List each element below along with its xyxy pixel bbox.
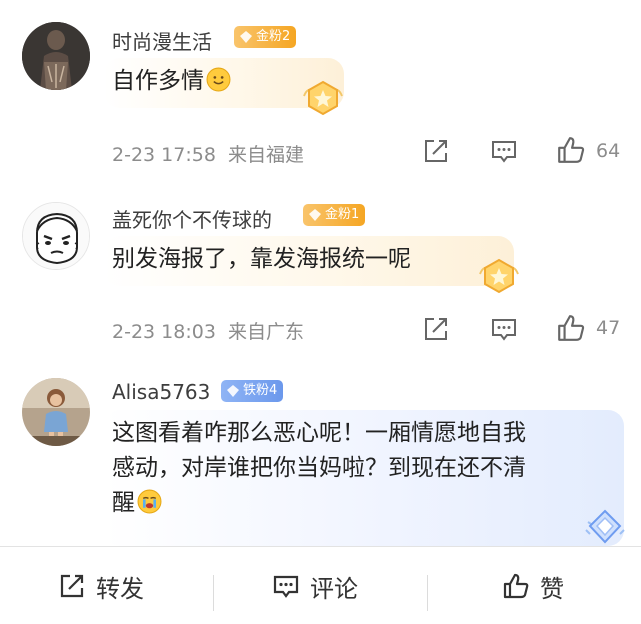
like-icon[interactable] <box>556 135 586 165</box>
comment-text: 这图看着咋那么恶心呢！一厢情愿地自我 感动，对岸谁把你当妈啦？到现在还不清 醒 <box>112 420 526 516</box>
like-count: 47 <box>596 317 621 339</box>
like-button[interactable]: 赞 <box>502 547 564 624</box>
divider <box>213 575 214 611</box>
fan-badge[interactable]: 金粉2 <box>234 26 297 48</box>
comment-meta: 2-23 17:58 来自福建 <box>112 140 304 167</box>
comment-text: 自作多情 <box>112 64 231 99</box>
comment-text: 别发海报了，靠发海报统一呢 <box>112 246 411 272</box>
bottom-action-bar: 转发 评论 赞 <box>0 546 641 624</box>
smile-emoji-icon <box>206 67 231 92</box>
comment-icon <box>273 575 299 598</box>
reply-icon[interactable] <box>490 137 518 165</box>
divider <box>427 575 428 611</box>
avatar-fashion-user[interactable] <box>22 22 90 90</box>
like-icon[interactable] <box>556 313 586 343</box>
comment-3: Alisa5763 铁粉4 这图看着咋那么恶心呢！一厢情愿地自我 感动，对岸谁把… <box>0 358 641 546</box>
location: 来自福建 <box>228 144 305 166</box>
username[interactable]: Alisa5763 <box>112 380 210 404</box>
timestamp: 2-23 18:03 <box>112 321 216 343</box>
comment-button[interactable]: 评论 <box>272 547 358 624</box>
badge-label: 铁粉4 <box>243 383 278 398</box>
share-icon[interactable] <box>422 137 450 165</box>
avatar-child-user[interactable] <box>22 378 90 446</box>
fan-badge[interactable]: 铁粉4 <box>221 380 284 402</box>
gold-gem-icon <box>240 31 252 43</box>
comment-label: 评论 <box>310 574 358 603</box>
comment-2: 盖死你个不传球的 金粉1 别发海报了，靠发海报统一呢 2-23 18:03 来自… <box>0 180 641 358</box>
comment-1: 时尚漫生活 金粉2 自作多情 2-23 17:58 来自福建 64 <box>0 0 641 180</box>
username[interactable]: 盖死你个不传球的 <box>112 204 272 233</box>
repost-icon <box>60 574 84 598</box>
gold-gem-icon <box>309 209 321 221</box>
fan-badge[interactable]: 金粉1 <box>303 204 366 226</box>
crying-emoji-icon <box>137 489 162 514</box>
repost-label: 转发 <box>96 574 144 603</box>
badge-label: 金粉1 <box>325 207 360 222</box>
like-count: 64 <box>596 140 621 162</box>
gold-medal-icon <box>303 80 343 116</box>
avatar-cartoon-user[interactable] <box>22 202 90 270</box>
thumbs-up-icon <box>503 573 529 599</box>
timestamp: 2-23 17:58 <box>112 144 216 166</box>
repost-button[interactable]: 转发 <box>58 547 144 624</box>
like-label: 赞 <box>540 574 564 603</box>
badge-label: 金粉2 <box>256 29 291 44</box>
location: 来自广东 <box>228 321 305 343</box>
diamond-gem-icon <box>227 385 239 397</box>
gold-medal-icon <box>479 258 519 294</box>
reply-icon[interactable] <box>490 315 518 343</box>
share-icon[interactable] <box>422 315 450 343</box>
username[interactable]: 时尚漫生活 <box>112 26 212 55</box>
comment-meta: 2-23 18:03 来自广东 <box>112 317 304 344</box>
blue-diamond-icon <box>585 509 625 544</box>
